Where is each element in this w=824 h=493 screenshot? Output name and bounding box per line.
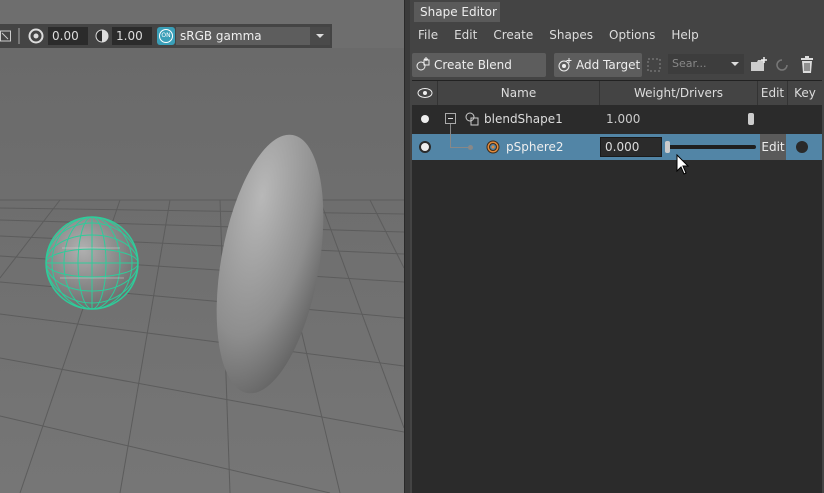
- shape-editor-panel: Shape Editor File Edit Create Shapes Opt…: [410, 0, 824, 493]
- edit-column-header[interactable]: Edit: [758, 81, 788, 105]
- visibility-toggle[interactable]: [421, 115, 429, 123]
- add-target-label: Add Target: [576, 58, 641, 72]
- mouse-cursor-icon: [676, 154, 690, 175]
- exposure-field[interactable]: 0.00: [48, 27, 88, 45]
- tree-connector: [450, 124, 451, 147]
- tree-connector-dot: [468, 145, 473, 150]
- menu-edit[interactable]: Edit: [446, 25, 485, 45]
- weight-column-header[interactable]: Weight/Drivers: [600, 81, 758, 105]
- color-space-value: sRGB gamma: [180, 29, 262, 43]
- add-target-button[interactable]: Add Target: [554, 53, 642, 77]
- target-shape-icon: [486, 140, 500, 157]
- toolbar-separator: [18, 28, 20, 44]
- shape-editor-toolbar: Create Blend Shape Add Target Sear...: [410, 52, 824, 96]
- set-key-button[interactable]: [796, 141, 808, 153]
- chevron-down-icon[interactable]: [728, 54, 742, 74]
- chevron-down-icon: [310, 27, 330, 45]
- new-folder-icon[interactable]: [750, 56, 768, 77]
- exposure-icon[interactable]: [28, 28, 44, 44]
- list-item-psphere2[interactable]: pSphere2 0.000 Edit: [412, 124, 822, 160]
- menu-create[interactable]: Create: [485, 25, 541, 45]
- create-blend-shape-button[interactable]: Create Blend Shape: [412, 53, 546, 96]
- on-badge-label: ON: [159, 29, 173, 43]
- visibility-column-header[interactable]: [412, 81, 438, 105]
- trash-icon[interactable]: [799, 56, 815, 77]
- menu-file[interactable]: File: [410, 25, 446, 45]
- select-frame-icon[interactable]: [646, 57, 662, 76]
- gamma-field[interactable]: 1.00: [112, 27, 152, 45]
- target-name: pSphere2: [506, 140, 564, 154]
- shape-editor-tab[interactable]: Shape Editor: [414, 2, 500, 22]
- color-management-toggle[interactable]: ON: [157, 27, 175, 45]
- tree-connector: [450, 147, 470, 148]
- search-placeholder: Sear...: [672, 57, 707, 70]
- blend-shape-icon: [416, 57, 430, 71]
- menu-options[interactable]: Options: [601, 25, 663, 45]
- menu-shapes[interactable]: Shapes: [541, 25, 601, 45]
- blendshape-name: blendShape1: [484, 112, 563, 126]
- blendshape-weight-handle[interactable]: [748, 113, 754, 125]
- target-weight-field[interactable]: 0.000: [600, 137, 662, 157]
- search-filter-input[interactable]: Sear...: [668, 54, 744, 74]
- frame-icon[interactable]: [0, 28, 16, 44]
- refresh-icon[interactable]: [774, 57, 790, 76]
- menu-help[interactable]: Help: [663, 25, 706, 45]
- viewport-scene[interactable]: [0, 48, 404, 493]
- blendshape-weight[interactable]: 1.000: [606, 106, 640, 132]
- visibility-toggle[interactable]: [419, 141, 431, 153]
- viewport-toolbar: 0.00 1.00 ON sRGB gamma: [0, 24, 332, 48]
- menu-bar: File Edit Create Shapes Options Help: [410, 24, 824, 46]
- name-column-header[interactable]: Name: [438, 81, 600, 105]
- blend-shape-node-icon: [464, 111, 480, 130]
- target-icon: [558, 58, 572, 72]
- target-weight-slider-handle[interactable]: [665, 141, 670, 153]
- eye-icon: [417, 88, 432, 98]
- list-header: Name Weight/Drivers Edit Key: [412, 81, 822, 105]
- viewport-panel[interactable]: 0.00 1.00 ON sRGB gamma: [0, 0, 404, 493]
- gamma-icon[interactable]: [94, 28, 110, 44]
- edit-target-button[interactable]: Edit: [760, 134, 786, 160]
- list-item-blendshape1[interactable]: blendShape1 1.000: [412, 106, 822, 132]
- selected-sphere-wireframe: [45, 216, 139, 310]
- color-space-dropdown[interactable]: sRGB gamma: [176, 27, 330, 45]
- blend-shape-list: Name Weight/Drivers Edit Key blendShape1…: [412, 80, 822, 493]
- key-column-header[interactable]: Key: [788, 81, 822, 105]
- target-weight-slider[interactable]: [666, 145, 756, 149]
